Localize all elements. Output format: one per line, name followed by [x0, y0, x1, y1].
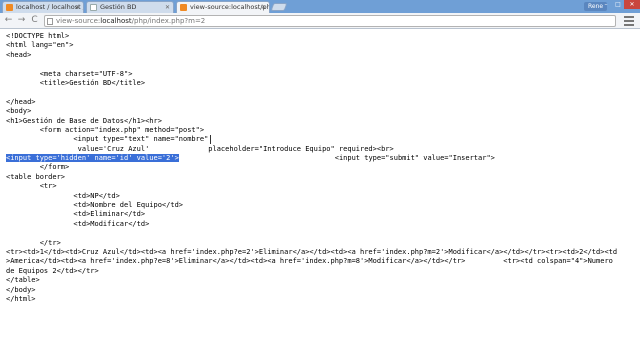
phpmyadmin-icon — [180, 4, 187, 11]
reload-button[interactable]: C — [29, 15, 40, 26]
source-line: </table> — [6, 276, 640, 285]
source-text: </form> — [6, 163, 70, 172]
source-text: </table> — [6, 276, 40, 285]
source-line: <td>Nombre del Equipo</td> — [6, 201, 640, 210]
source-text: </head> — [6, 97, 36, 106]
source-line: <tr> — [6, 182, 640, 191]
source-line — [6, 229, 640, 238]
close-window-button[interactable]: ✕ — [624, 0, 640, 9]
back-button[interactable]: ← — [3, 15, 14, 26]
tab-title: Gestión BD — [100, 3, 137, 11]
source-text: value='Cruz Azul' placeholder="Introduce… — [6, 144, 394, 153]
source-line — [6, 60, 640, 69]
source-text: <h1>Gestión de Base de Datos</h1><hr> — [6, 116, 162, 125]
source-text: <td>Nombre del Equipo</td> — [6, 201, 184, 210]
source-line: <form action="index.php" method="post"> — [6, 126, 640, 135]
source-line: <input type='hidden' name='id' value='2'… — [6, 154, 640, 163]
browser-toolbar: ← → C view-source:localhost/php/index.ph… — [0, 13, 640, 29]
minimize-button[interactable]: – — [600, 0, 612, 9]
page-icon — [47, 18, 53, 25]
source-text: <input type="submit" value="Insertar"> — [178, 154, 495, 163]
source-line — [6, 88, 640, 97]
page-icon — [90, 4, 97, 11]
tab-view-source[interactable]: view-source:localhost/php ✕ — [176, 1, 270, 13]
source-line: <title>Gestión BD</title> — [6, 79, 640, 88]
source-line: <h1>Gestión de Base de Datos</h1><hr> — [6, 117, 640, 126]
source-text: </body> — [6, 285, 36, 294]
source-line: <table border> — [6, 173, 640, 182]
source-line: <td>NP</td> — [6, 192, 640, 201]
source-text: <input type="text" name="nombre" — [6, 135, 209, 144]
source-text: <td>Modificar</td> — [6, 219, 150, 228]
source-text: </html> — [6, 294, 36, 303]
source-text: <title>Gestión BD</title> — [6, 78, 146, 87]
source-line: </head> — [6, 98, 640, 107]
source-line: </form> — [6, 163, 640, 172]
source-line: <meta charset="UTF-8"> — [6, 70, 640, 79]
source-line: de Equipos 2</td></tr> — [6, 267, 640, 276]
url-path: /php/index.php?m=2 — [131, 17, 206, 25]
source-text: de Equipos 2</td></tr> — [6, 266, 99, 275]
menu-icon[interactable] — [624, 16, 634, 26]
address-bar[interactable]: view-source:localhost/php/index.php?m=2 — [44, 15, 616, 27]
text-cursor — [210, 135, 211, 144]
tab-close-icon[interactable]: ✕ — [261, 2, 266, 13]
source-line: <!DOCTYPE html> — [6, 32, 640, 41]
source-line: <tr><td>1</td><td>Cruz Azul</td><td><a h… — [6, 248, 640, 257]
source-line: value='Cruz Azul' placeholder="Introduce… — [6, 145, 640, 154]
source-line: <input type="text" name="nombre" — [6, 135, 640, 144]
source-text: <body> — [6, 107, 32, 116]
source-text: </tr> — [6, 238, 61, 247]
tab-strip: localhost / localhost / ep ✕ Gestión BD … — [0, 0, 640, 13]
source-line: >America</td><td><a href='index.php?e=8'… — [6, 257, 640, 266]
source-line: <td>Eliminar</td> — [6, 210, 640, 219]
source-text: <td>Eliminar</td> — [6, 210, 146, 219]
phpmyadmin-icon — [6, 4, 13, 11]
url-host: localhost — [100, 17, 132, 25]
source-text: <head> — [6, 50, 32, 59]
source-text: <!DOCTYPE html> — [6, 32, 70, 40]
source-line: <body> — [6, 107, 640, 116]
source-line: <html lang="en"> — [6, 41, 640, 50]
source-line: <td>Modificar</td> — [6, 220, 640, 229]
maximize-button[interactable]: □ — [612, 0, 624, 9]
tab-close-icon[interactable]: ✕ — [75, 2, 80, 13]
source-text: <form action="index.php" method="post"> — [6, 125, 205, 134]
source-text: <html lang="en"> — [6, 41, 74, 50]
source-line: </html> — [6, 295, 640, 304]
source-text: <tr> — [6, 182, 57, 191]
url-scheme: view-source: — [56, 17, 101, 25]
tab-close-icon[interactable]: ✕ — [165, 2, 170, 13]
tab-gestion-bd[interactable]: Gestión BD ✕ — [86, 1, 174, 13]
source-text: <td>NP</td> — [6, 191, 120, 200]
source-line: </tr> — [6, 239, 640, 248]
page-source-view[interactable]: <!DOCTYPE html> <html lang="en"> <head> <m… — [0, 30, 640, 360]
source-text: <meta charset="UTF-8"> — [6, 69, 133, 78]
selected-text: <input type='hidden' name='id' value='2'… — [6, 154, 179, 163]
tab-phpmyadmin[interactable]: localhost / localhost / ep ✕ — [2, 1, 84, 13]
tab-title: view-source:localhost/php — [190, 3, 270, 11]
tab-title: localhost / localhost / ep — [16, 3, 83, 11]
source-text: >America</td><td><a href='index.php?e=8'… — [6, 257, 613, 266]
source-line: </body> — [6, 286, 640, 295]
source-text: <tr><td>1</td><td>Cruz Azul</td><td><a h… — [6, 247, 618, 256]
forward-button[interactable]: → — [16, 15, 27, 26]
new-tab-button[interactable] — [270, 3, 288, 11]
source-line: <head> — [6, 51, 640, 60]
source-text: <table border> — [6, 172, 66, 181]
